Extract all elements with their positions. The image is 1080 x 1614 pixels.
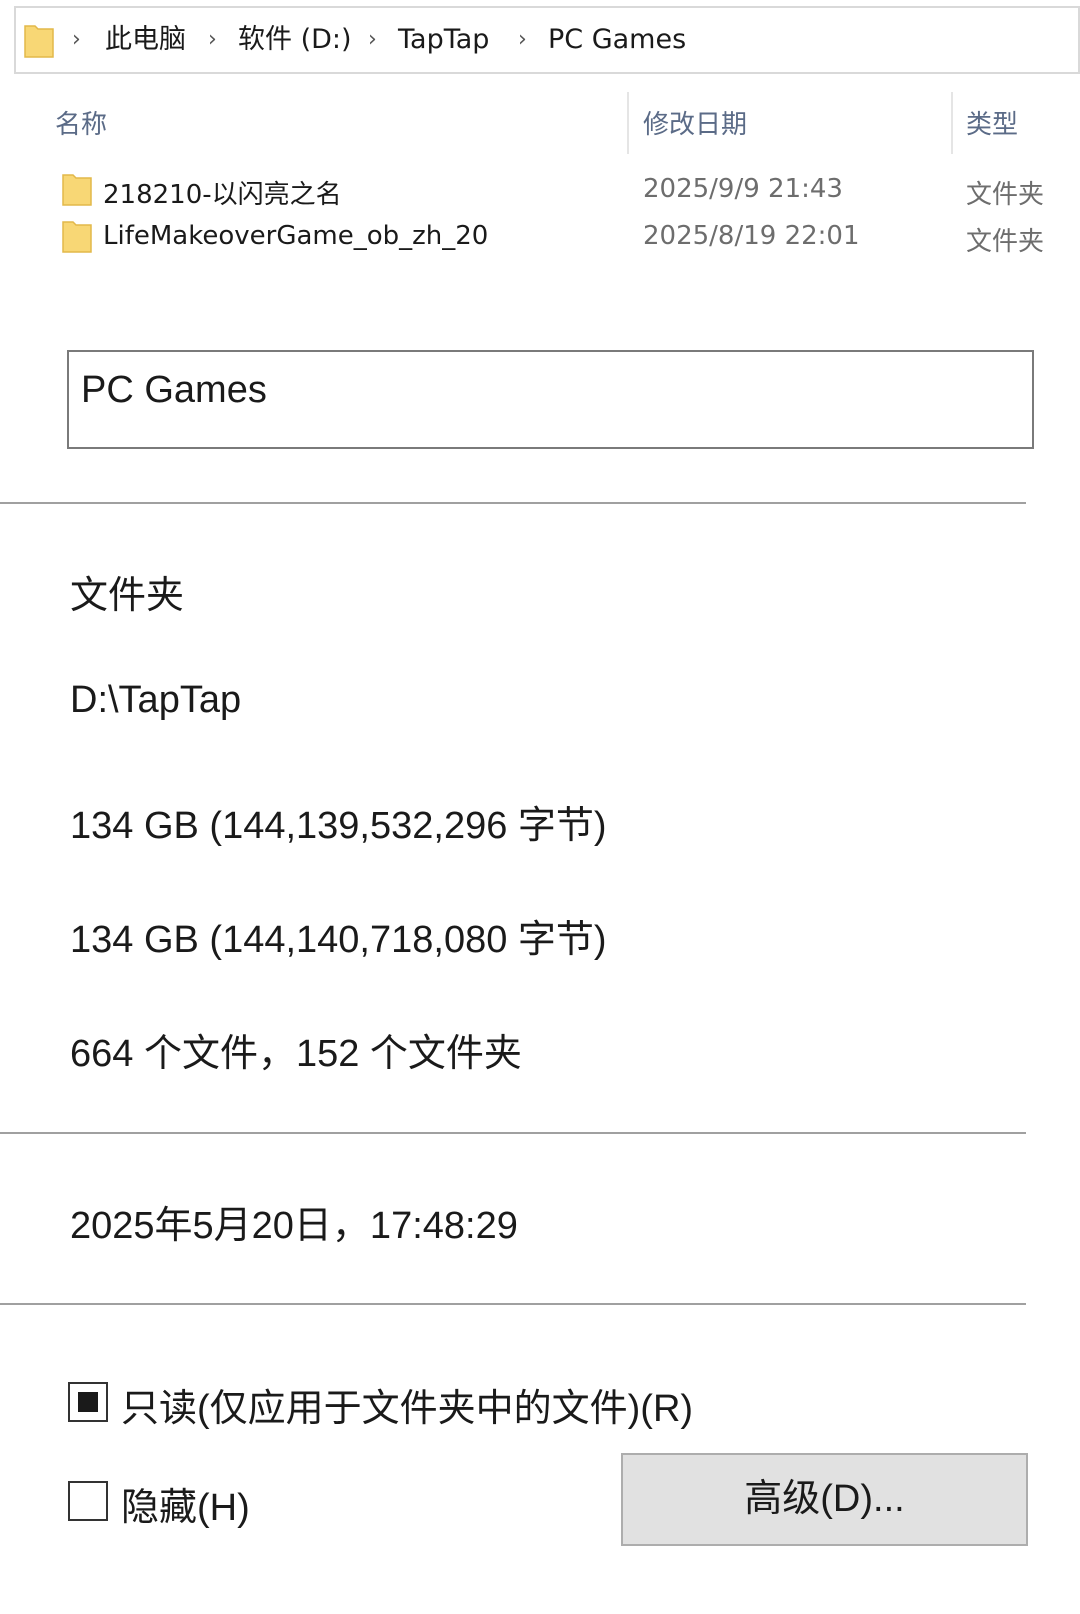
address-bar[interactable]: › 此电脑 › 软件 (D:) › TapTap › PC Games bbox=[14, 6, 1080, 74]
breadcrumb-separator: › bbox=[518, 27, 527, 52]
folder-icon bbox=[24, 25, 54, 58]
column-divider[interactable] bbox=[951, 92, 953, 154]
hidden-checkbox[interactable] bbox=[68, 1481, 108, 1521]
location-value: D:\TapTap bbox=[70, 679, 242, 721]
type-value: 文件夹 bbox=[70, 575, 185, 617]
breadcrumb-item-drive-d[interactable]: 软件 (D:) bbox=[238, 8, 352, 72]
column-header-date[interactable]: 修改日期 bbox=[643, 104, 747, 141]
file-row-date: 2025/9/9 21:43 bbox=[643, 174, 843, 204]
divider bbox=[0, 1303, 1026, 1305]
file-row-date: 2025/8/19 22:01 bbox=[643, 221, 860, 251]
file-row-type: 文件夹 bbox=[966, 180, 1045, 210]
file-row-name[interactable]: LifeMakeoverGame_ob_zh_20 bbox=[103, 221, 488, 251]
hidden-label[interactable]: 隐藏(H) bbox=[121, 1476, 250, 1531]
folder-name-input[interactable]: PC Games bbox=[67, 350, 1034, 449]
folder-icon bbox=[62, 174, 92, 206]
divider bbox=[0, 502, 1026, 504]
file-row-type: 文件夹 bbox=[966, 227, 1045, 257]
column-header-type[interactable]: 类型 bbox=[966, 104, 1018, 141]
column-header-name[interactable]: 名称 bbox=[55, 104, 107, 141]
created-value: 2025年5月20日，17:48:29 bbox=[70, 1205, 518, 1247]
breadcrumb-separator: › bbox=[208, 27, 217, 52]
readonly-checkbox[interactable] bbox=[68, 1382, 108, 1422]
size-value: 134 GB (144,139,532,296 字节) bbox=[70, 805, 607, 847]
contains-value: 664 个文件，152 个文件夹 bbox=[70, 1033, 522, 1075]
file-row-name[interactable]: 218210-以闪亮之名 bbox=[103, 174, 342, 211]
breadcrumb-item-this-pc[interactable]: 此电脑 bbox=[105, 8, 186, 72]
folder-icon bbox=[62, 221, 92, 253]
breadcrumb-item-pc-games[interactable]: PC Games bbox=[548, 8, 686, 72]
size-on-disk-value: 134 GB (144,140,718,080 字节) bbox=[70, 919, 607, 961]
divider bbox=[0, 1132, 1026, 1134]
readonly-label[interactable]: 只读(仅应用于文件夹中的文件)(R) bbox=[121, 1377, 693, 1432]
breadcrumb-separator: › bbox=[72, 27, 81, 52]
breadcrumb-item-taptap[interactable]: TapTap bbox=[398, 8, 489, 72]
breadcrumb-separator: › bbox=[368, 27, 377, 52]
column-divider[interactable] bbox=[627, 92, 629, 154]
advanced-button[interactable]: 高级(D)... bbox=[621, 1453, 1028, 1546]
